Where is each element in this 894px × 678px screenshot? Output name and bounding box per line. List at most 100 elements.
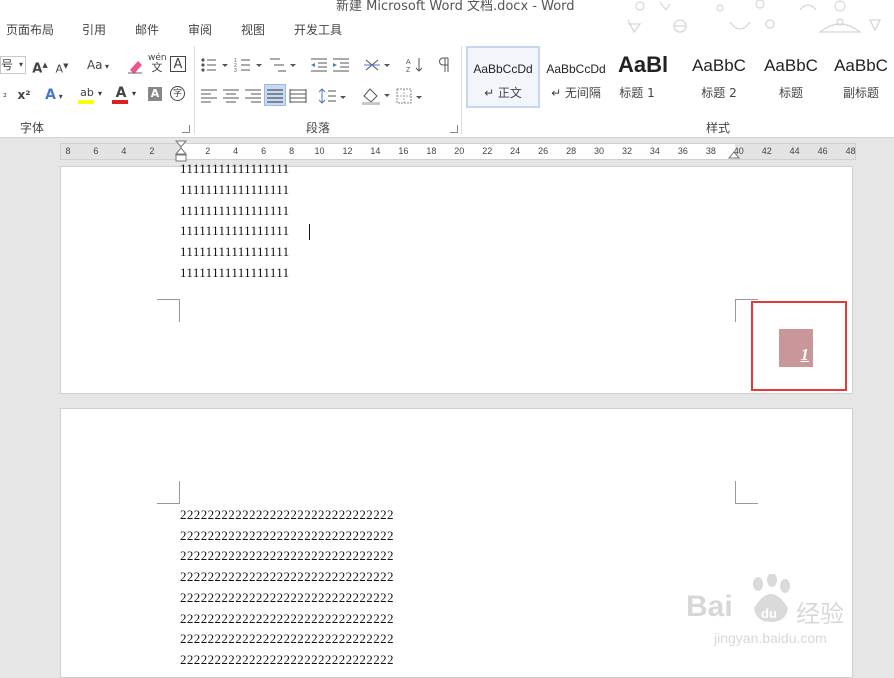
- text-effects-button[interactable]: A ▾: [44, 86, 64, 104]
- paragraph-group-label: 段落: [306, 121, 331, 135]
- text-line: 11111111111111111: [180, 202, 290, 218]
- style-name: ↵ 无间隔: [551, 86, 601, 100]
- watermark-brand: Bai: [686, 590, 733, 623]
- crop-mark: [157, 299, 180, 322]
- ruler-tick-label: 26: [538, 146, 549, 156]
- ruler-tick-label: 32: [621, 146, 632, 156]
- clear-formatting-icon[interactable]: [126, 58, 144, 74]
- align-right-icon[interactable]: [244, 88, 262, 104]
- right-indent-marker-icon[interactable]: [727, 148, 741, 160]
- paragraph-dialog-launcher[interactable]: [450, 125, 458, 133]
- chevron-down-icon: ▾: [18, 60, 23, 69]
- ruler-tick-label: 20: [454, 146, 465, 156]
- text-line: 11111111111111111: [180, 244, 290, 260]
- numbering-icon[interactable]: 123: [234, 56, 264, 74]
- subscript-button[interactable]: ₂: [0, 86, 10, 104]
- style-name: 标题: [778, 86, 803, 100]
- multilevel-list-icon[interactable]: [268, 56, 298, 74]
- justify-icon: [267, 89, 283, 103]
- sort-icon[interactable]: AZ: [406, 56, 424, 74]
- style-subtitle[interactable]: AaBbC 副标题: [828, 48, 894, 106]
- text-line: 2222222222222222222222222222222: [180, 527, 394, 543]
- highlight-color-bar: [78, 100, 94, 104]
- line-spacing-icon[interactable]: [318, 88, 348, 106]
- shrink-font-button[interactable]: A▼: [54, 57, 70, 76]
- style-title[interactable]: AaBbC 标题: [756, 48, 826, 106]
- distributed-icon[interactable]: [289, 88, 307, 104]
- shading-icon[interactable]: [360, 86, 392, 106]
- font-color-button[interactable]: A: [112, 84, 130, 104]
- tab-mailings[interactable]: 邮件: [135, 21, 159, 38]
- ruler-tick-label: 44: [789, 146, 800, 156]
- tab-page-layout[interactable]: 页面布局: [6, 21, 54, 38]
- superscript-button[interactable]: x²: [16, 86, 32, 104]
- title-decoration-icon: [635, 0, 846, 12]
- font-size-dropdown[interactable]: 号 ▾: [0, 56, 26, 74]
- svg-text:du: du: [761, 606, 777, 621]
- align-center-icon[interactable]: [222, 88, 240, 104]
- text-line: 11111111111111111: [180, 265, 290, 280]
- font-dialog-launcher[interactable]: [182, 125, 190, 133]
- text-cursor: [309, 224, 310, 240]
- ruler-tick-label: 42: [761, 146, 772, 156]
- style-preview: AaBbCcDd: [546, 62, 606, 76]
- change-case-button[interactable]: Aa ▾: [84, 56, 112, 74]
- font-size-value: 号: [1, 58, 14, 72]
- svg-text:Z: Z: [406, 67, 411, 74]
- styles-group-label: 样式: [706, 121, 731, 135]
- ribbon-decoration-icon: [627, 18, 882, 34]
- style-name: 标题 1: [619, 86, 655, 100]
- style-normal[interactable]: AaBbCcDd ↵ 正文: [466, 46, 540, 108]
- ruler-tick-label: 6: [93, 146, 99, 156]
- text-line: 2222222222222222222222222222222: [180, 569, 394, 585]
- ruler-tick-label: 2: [149, 146, 155, 156]
- chinese-layout-icon[interactable]: [362, 56, 392, 74]
- justify-button[interactable]: [264, 84, 286, 106]
- phonetic-guide-button[interactable]: wén 文: [148, 54, 167, 74]
- horizontal-ruler[interactable]: 8 6 4 2 2 4 6 8 10 12 14 16 18 20 22 24 26 28 30 32 34 36 38 40…: [60, 140, 856, 162]
- show-marks-icon[interactable]: [436, 56, 452, 74]
- align-left-icon[interactable]: [200, 88, 218, 104]
- borders-icon[interactable]: [396, 88, 426, 106]
- character-shading-button[interactable]: A: [148, 87, 162, 101]
- chevron-down-icon[interactable]: ▾: [98, 89, 102, 98]
- style-preview: AaBbC: [692, 56, 746, 75]
- text-line: 2222222222222222222222222222222: [180, 631, 394, 647]
- title-bar: 新建 Microsoft Word 文档.docx - Word: [0, 0, 894, 14]
- ruler-tick-label: 36: [677, 146, 688, 156]
- style-name: 副标题: [842, 86, 879, 100]
- ruler-tick-label: 4: [233, 146, 239, 156]
- tab-developer[interactable]: 开发工具: [294, 21, 342, 38]
- text-line: 2222222222222222222222222222222: [180, 507, 394, 522]
- ruler-tick-label: 2: [205, 146, 211, 156]
- enclose-characters-button[interactable]: 字: [170, 86, 185, 101]
- ruler-tick-label: 38: [705, 146, 716, 156]
- decrease-indent-icon[interactable]: [310, 56, 328, 74]
- bullets-icon[interactable]: [200, 56, 230, 74]
- ruler-tick-label: 24: [510, 146, 521, 156]
- ruler-tick-label: 12: [342, 146, 353, 156]
- text-line: 2222222222222222222222222222222: [180, 548, 394, 564]
- character-border-button[interactable]: A: [170, 56, 186, 72]
- ruler-tick-label: 28: [566, 146, 577, 156]
- text-line: 11111111111111111: [180, 161, 290, 176]
- svg-text:3: 3: [234, 68, 237, 74]
- style-heading-2[interactable]: AaBbC 标题 2: [684, 48, 754, 106]
- style-preview: AaBbC: [764, 56, 818, 75]
- style-heading-1[interactable]: AaBl 标题 1: [612, 48, 678, 106]
- tab-review[interactable]: 审阅: [188, 21, 212, 38]
- page-1[interactable]: 11111111111111111 11111111111111111 111111…: [60, 161, 853, 394]
- page-number-field[interactable]: 1: [779, 329, 813, 367]
- increase-indent-icon[interactable]: [332, 56, 350, 74]
- style-no-spacing[interactable]: AaBbCcDd ↵ 无间隔: [541, 48, 611, 106]
- grow-font-button[interactable]: A▲: [32, 56, 48, 76]
- svg-text:A: A: [406, 59, 411, 66]
- chevron-down-icon[interactable]: ▾: [132, 89, 136, 98]
- window-title: 新建 Microsoft Word 文档.docx - Word: [336, 0, 575, 14]
- tab-references[interactable]: 引用: [82, 21, 106, 38]
- tab-view[interactable]: 视图: [241, 21, 265, 38]
- watermark-brand-cn: 经验: [796, 600, 844, 628]
- crop-mark: [157, 481, 180, 504]
- ruler-tick-label: 46: [817, 146, 828, 156]
- highlight-color-button[interactable]: ab: [78, 84, 96, 104]
